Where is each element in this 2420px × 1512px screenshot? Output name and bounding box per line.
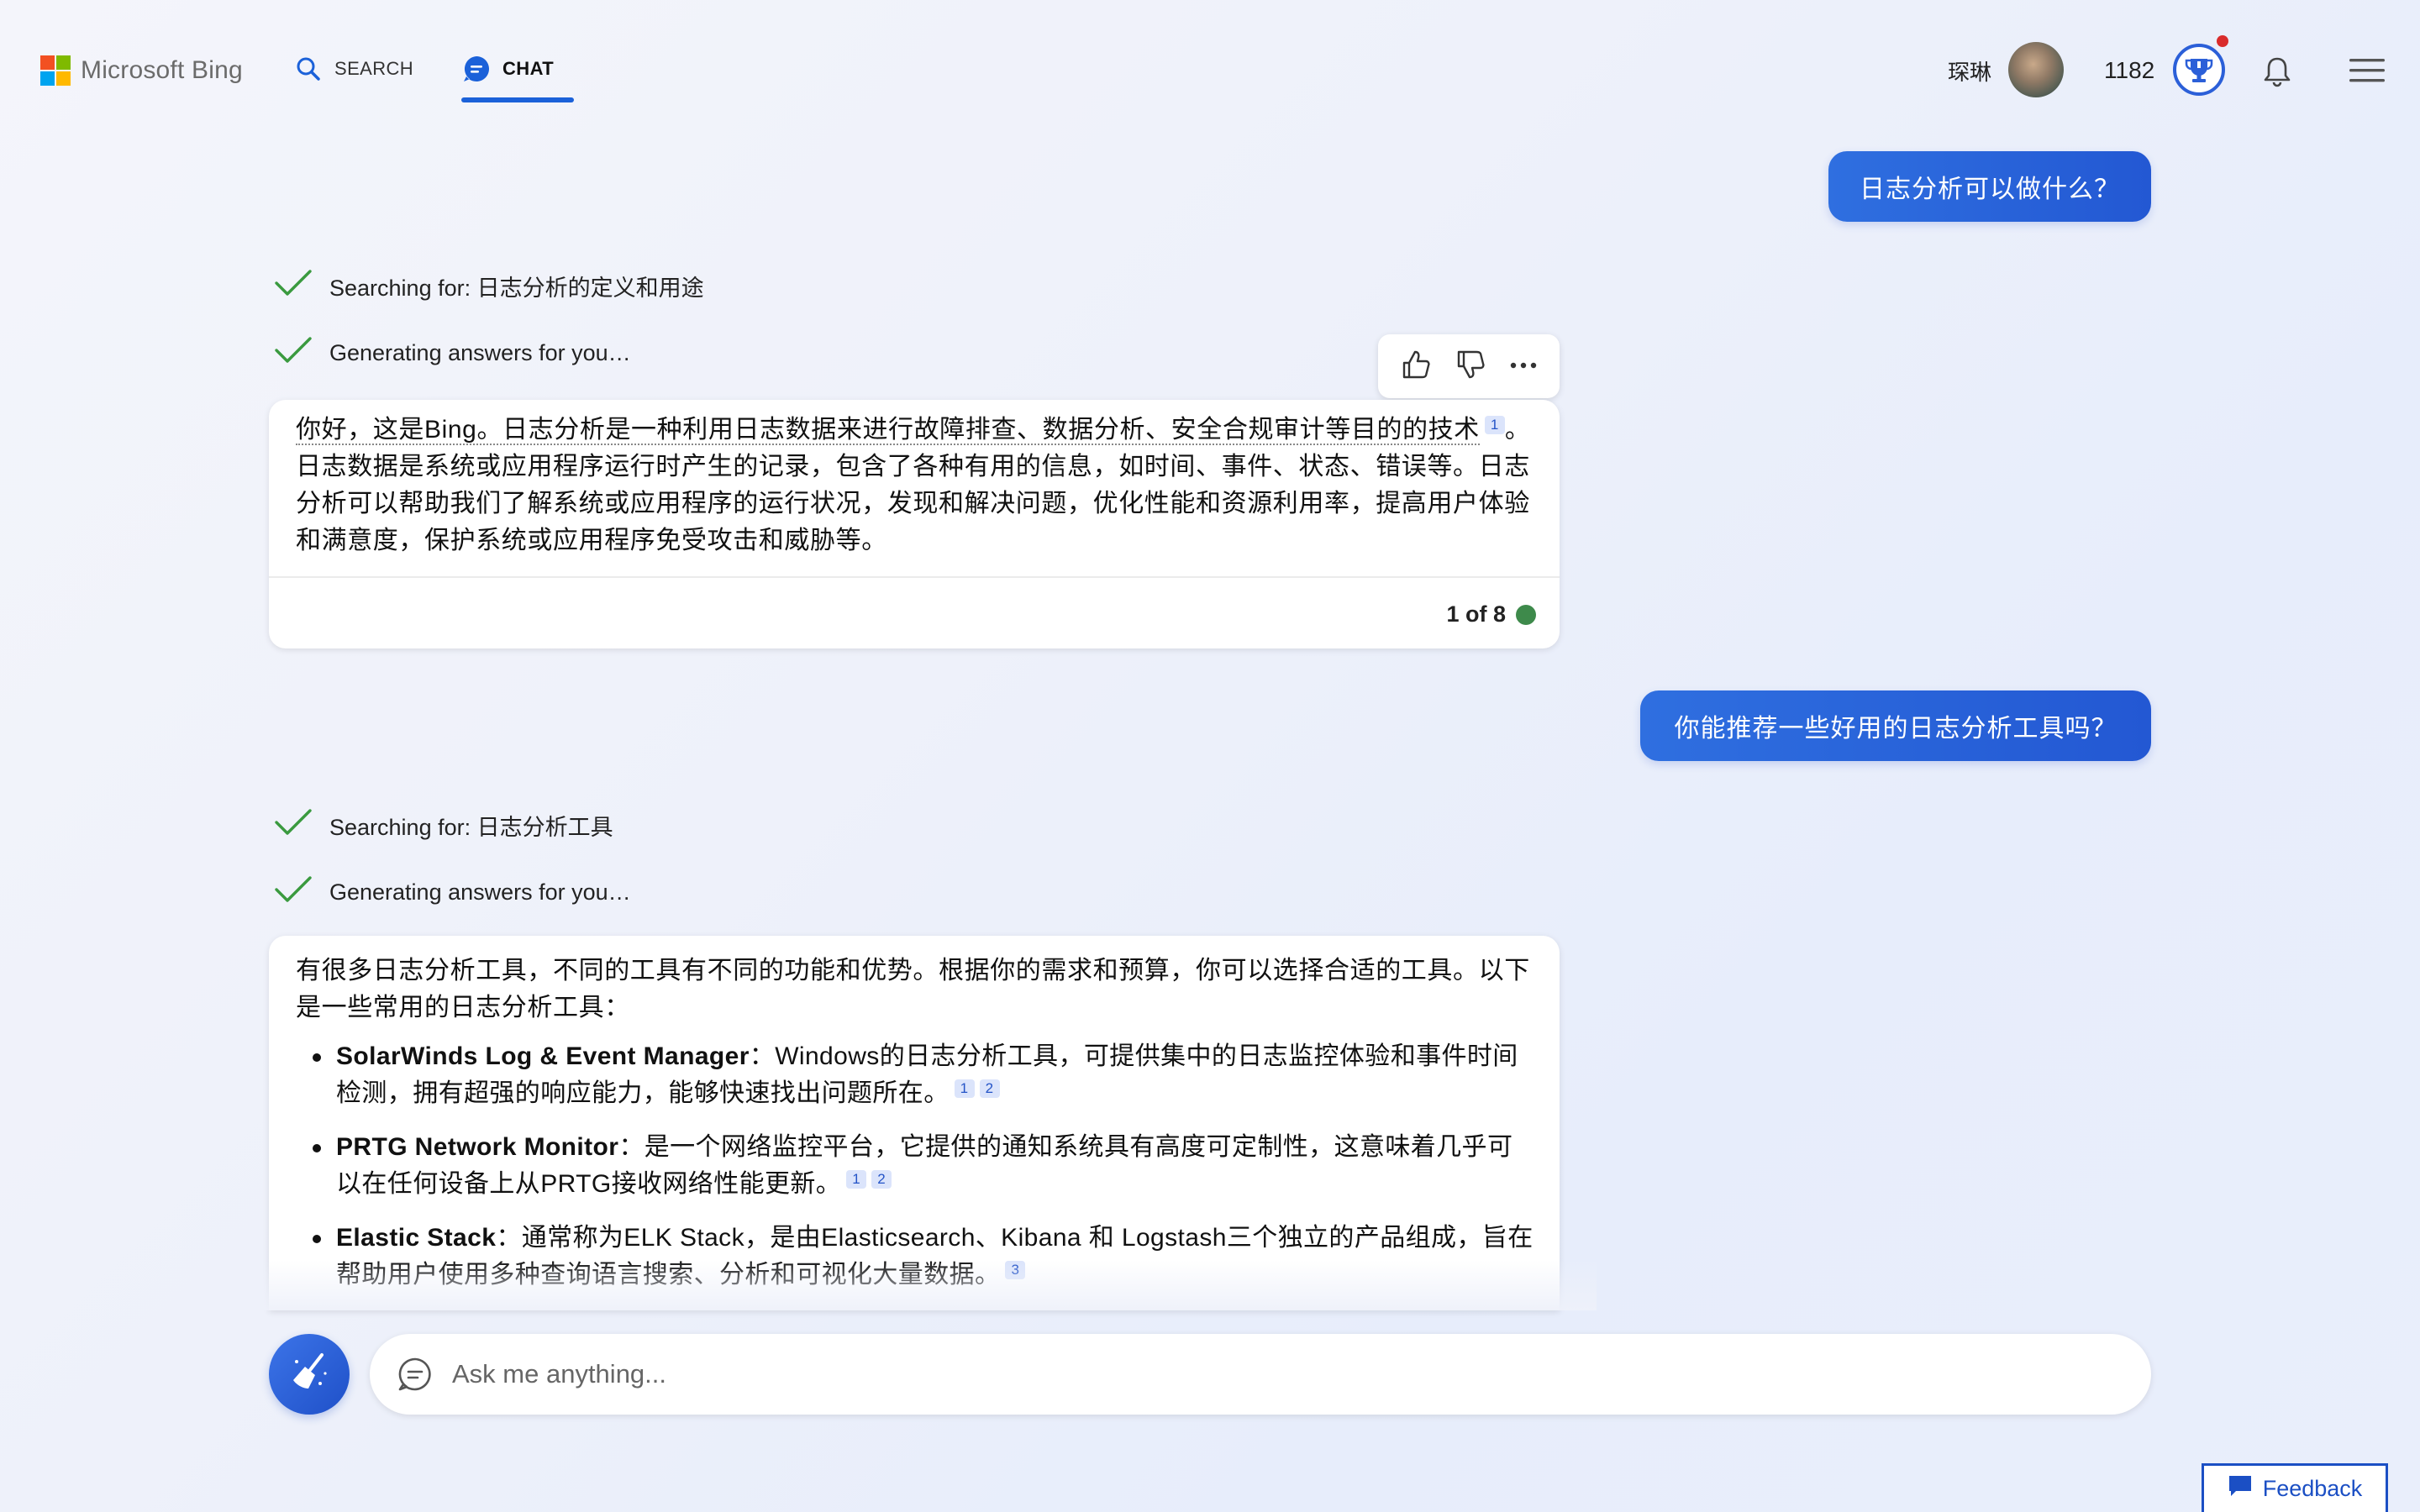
user-message-1: 日志分析可以做什么？: [1828, 151, 2151, 222]
chat-input-container[interactable]: [370, 1334, 2151, 1415]
tab-search[interactable]: SEARCH: [296, 42, 413, 96]
answer-text-part1: 你好，这是Bing。日志分析是一种利用日志数据来进行故障排查、数据分析、安全合规…: [296, 416, 1480, 445]
bell-icon[interactable]: [2262, 55, 2292, 92]
rewards-points[interactable]: 1182: [2104, 57, 2154, 84]
citation-badge[interactable]: 1: [954, 1079, 975, 1098]
status-text: Searching for: 日志分析的定义和用途: [329, 276, 704, 301]
user-message-text: 日志分析可以做什么？: [1860, 176, 2120, 203]
scroll-fade: [252, 1260, 1597, 1310]
bot-answer-card-2: 有很多日志分析工具，不同的工具有不同的功能和优势。根据你的需求和预算，你可以选择…: [269, 936, 1560, 1310]
check-icon: [274, 269, 313, 303]
check-icon: [274, 875, 313, 910]
tool-name: SolarWinds Log & Event Manager: [336, 1042, 750, 1070]
user-message-2: 你能推荐一些好用的日志分析工具吗？: [1640, 690, 2151, 761]
check-icon: [274, 336, 313, 370]
answer-text: 你好，这是Bing。日志分析是一种利用日志数据来进行故障排查、数据分析、安全合规…: [269, 400, 1560, 559]
citation-badge[interactable]: 2: [979, 1079, 1000, 1098]
check-icon: [274, 808, 313, 843]
user-message-text: 你能推荐一些好用的日志分析工具吗？: [1674, 715, 2118, 743]
top-bar: Microsoft Bing SEARCH CHAT 琛琳 1182: [0, 0, 2420, 134]
tab-search-label: SEARCH: [334, 58, 414, 79]
broom-icon: [287, 1350, 332, 1399]
turn-status-dot: [1516, 605, 1536, 625]
chat-input[interactable]: [452, 1359, 2049, 1389]
search-icon: [296, 56, 321, 81]
status-text: Generating answers for you…: [329, 879, 631, 905]
more-options-icon[interactable]: [1508, 359, 1539, 374]
tool-name: Elastic Stack: [336, 1224, 497, 1252]
status-generating-1: Generating answers for you…: [274, 336, 631, 370]
citation-badge[interactable]: 1: [846, 1170, 867, 1189]
status-generating-2: Generating answers for you…: [274, 875, 631, 910]
citation-badge[interactable]: 1: [1484, 416, 1505, 434]
status-searching-2: Searching for: 日志分析工具: [274, 808, 613, 843]
tool-list: SolarWinds Log & Event Manager：Windows的日…: [296, 1038, 1534, 1294]
feedback-icon: [2228, 1474, 2253, 1504]
tool-name: PRTG Network Monitor: [336, 1133, 619, 1161]
feedback-label: Feedback: [2262, 1476, 2363, 1501]
citation-badge[interactable]: 2: [871, 1170, 892, 1189]
turn-counter: 1 of 8: [1446, 601, 1506, 627]
status-text: Searching for: 日志分析工具: [329, 815, 613, 840]
chat-bubble-icon: [397, 1356, 434, 1393]
avatar[interactable]: [2008, 42, 2064, 97]
feedback-button[interactable]: Feedback: [2202, 1463, 2388, 1512]
list-item: SolarWinds Log & Event Manager：Windows的日…: [296, 1038, 1534, 1112]
status-text: Generating answers for you…: [329, 340, 631, 365]
microsoft-logo-icon: [40, 55, 71, 86]
bot-answer-card-1: 你好，这是Bing。日志分析是一种利用日志数据来进行故障排查、数据分析、安全合规…: [269, 400, 1560, 648]
user-name[interactable]: 琛琳: [1948, 55, 1991, 87]
bing-logo[interactable]: Microsoft Bing: [40, 55, 243, 86]
chat-icon: [462, 55, 491, 83]
notification-dot: [2217, 35, 2228, 47]
tab-chat[interactable]: CHAT: [462, 42, 554, 96]
logo-text: Microsoft Bing: [81, 56, 243, 84]
list-item: PRTG Network Monitor：是一个网络监控平台，它提供的通知系统具…: [296, 1129, 1534, 1203]
rewards-trophy-icon[interactable]: [2173, 44, 2225, 96]
tab-chat-label: CHAT: [502, 58, 555, 79]
answer-footer: 1 of 8: [269, 576, 1560, 648]
new-topic-button[interactable]: [269, 1334, 350, 1415]
active-tab-indicator: [461, 97, 574, 102]
hamburger-menu-icon[interactable]: [2349, 57, 2385, 88]
thumbs-down-icon[interactable]: [1454, 348, 1487, 386]
thumbs-up-icon[interactable]: [1399, 348, 1433, 386]
answer-intro: 有很多日志分析工具，不同的工具有不同的功能和优势。根据你的需求和预算，你可以选择…: [296, 957, 1530, 1021]
status-searching-1: Searching for: 日志分析的定义和用途: [274, 269, 704, 303]
response-actions: [1378, 334, 1560, 398]
